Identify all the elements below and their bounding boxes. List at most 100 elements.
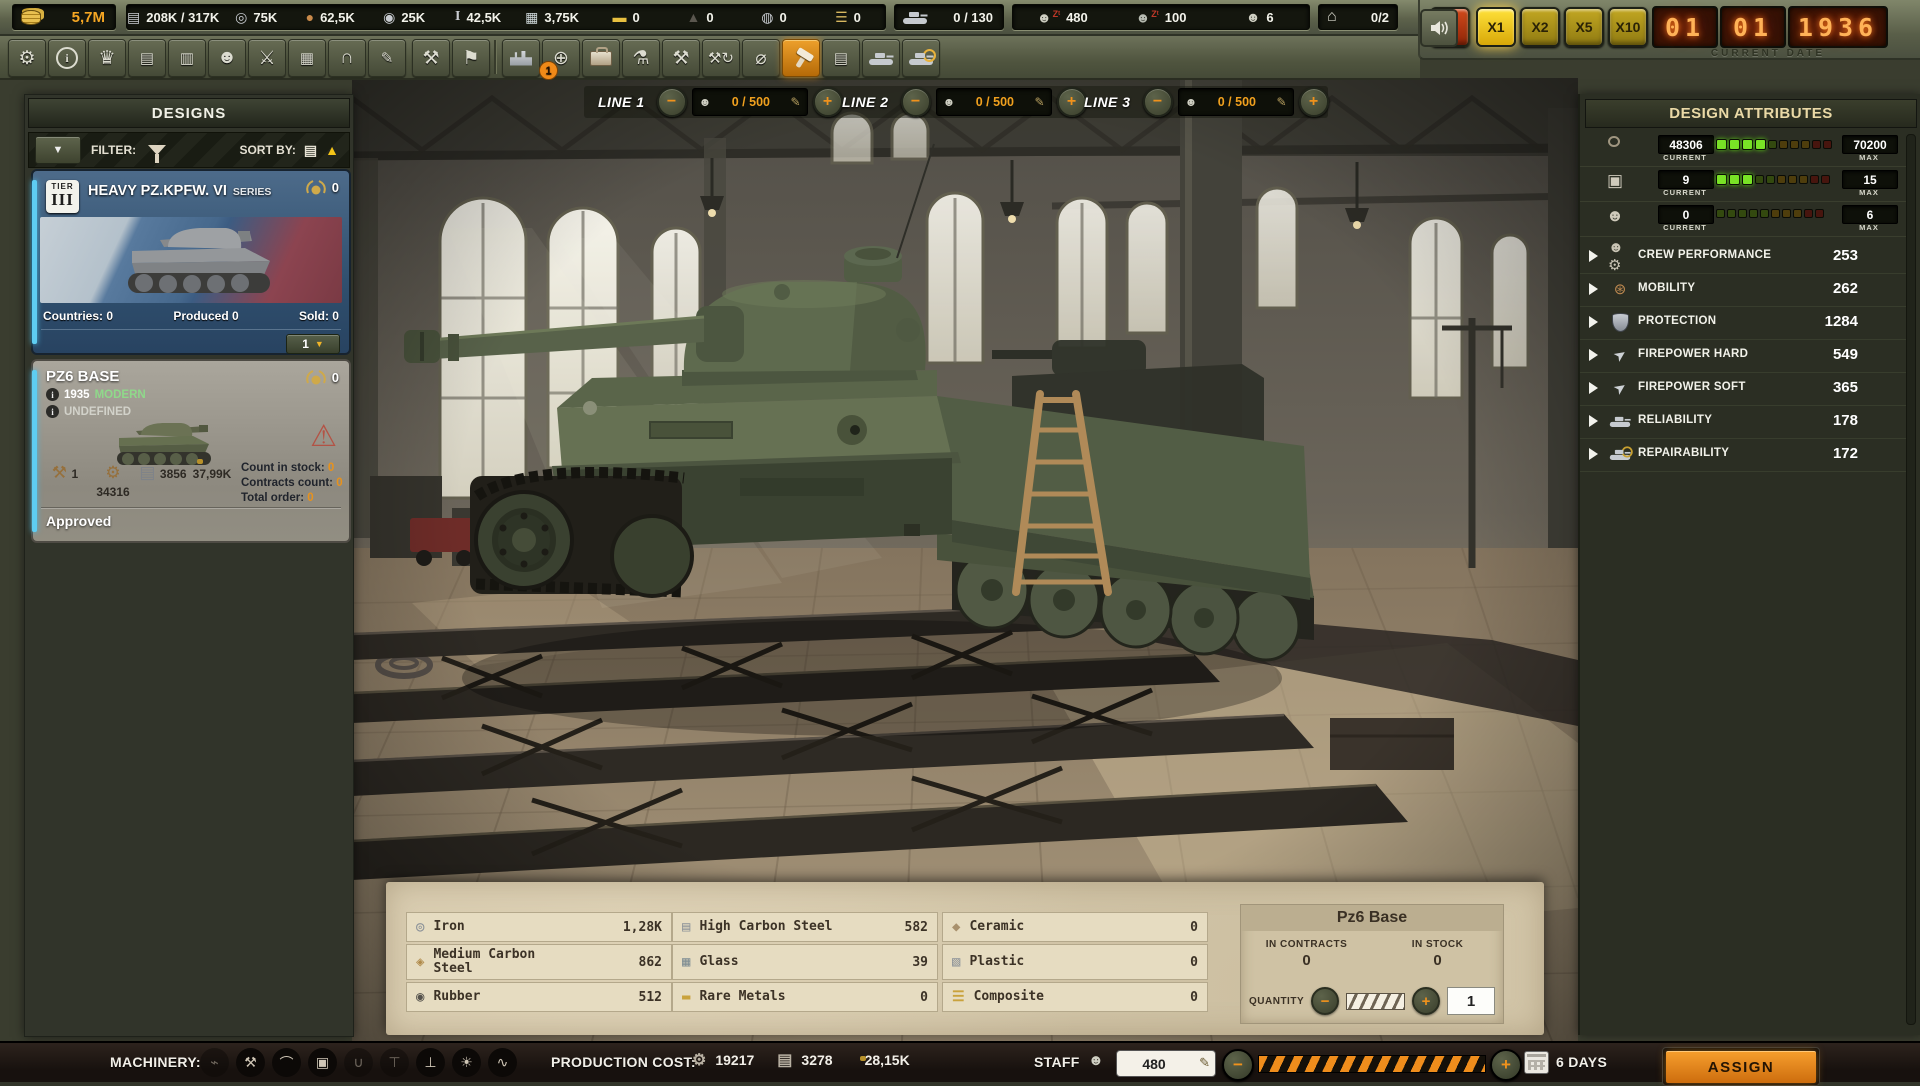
date-year: 1936 <box>1788 6 1888 48</box>
announcements-button[interactable] <box>1420 9 1458 47</box>
info-button[interactable]: i <box>48 39 86 77</box>
machine-roller[interactable]: ⌒ <box>272 1048 301 1077</box>
military-button[interactable]: ⚔ <box>248 39 286 77</box>
attr-mobility[interactable]: ⊛ MOBILITY 262 <box>1580 273 1910 307</box>
speed-x10-button[interactable]: X10 <box>1608 7 1648 47</box>
line-2-decrease-button[interactable]: − <box>901 87 931 117</box>
machine-drill-press[interactable]: ⊥ <box>416 1048 445 1077</box>
engineering-button[interactable]: ⚑ <box>452 39 490 77</box>
city-icon: ▦ <box>300 49 314 67</box>
production-button-active[interactable] <box>782 39 820 77</box>
machine-bolt[interactable]: ⊤ <box>380 1048 409 1077</box>
machine-welding-torch[interactable]: ⌁ <box>200 1048 229 1077</box>
material-row-rubber: ◉ Rubber512 <box>406 982 672 1012</box>
factory-slots: ⌂ 0/2 <box>1318 4 1398 30</box>
workshop-button[interactable]: ⚒ <box>412 39 450 77</box>
refit-button[interactable]: ⚒↻ <box>702 39 740 77</box>
sort-list-icon[interactable]: ▤ <box>304 142 317 159</box>
filter-dropdown-button[interactable]: ▼ <box>35 136 81 164</box>
attr-repairability[interactable]: REPAIRABILITY 172 <box>1580 438 1910 472</box>
tank-designs-button[interactable] <box>862 39 900 77</box>
machine-press-hammer[interactable]: ⚒ <box>236 1048 265 1077</box>
quantity-slider[interactable] <box>1346 993 1405 1010</box>
blueprints-button[interactable]: ✎ <box>368 39 406 77</box>
edit-icon[interactable]: ✎ <box>791 95 801 109</box>
city-button[interactable]: ▦ <box>288 39 326 77</box>
materials-button[interactable]: ▤ <box>822 39 860 77</box>
tank-upgrades-button[interactable] <box>902 39 940 77</box>
expand-arrow-icon[interactable] <box>1589 415 1598 427</box>
attr-protection[interactable]: PROTECTION 1284 <box>1580 306 1910 340</box>
line-label: LINE 3 <box>1084 94 1131 110</box>
stock-info: Count in stock: 0 Contracts count: 0 Tot… <box>241 461 343 506</box>
research-button[interactable]: ⚗ <box>622 39 660 77</box>
laurel-icon <box>304 369 328 386</box>
info-icon[interactable]: i <box>46 405 59 418</box>
edit-icon[interactable]: ✎ <box>1035 95 1045 109</box>
line-staff-value: 0 / 500 <box>716 95 785 109</box>
assign-button[interactable]: ASSIGN <box>1662 1047 1820 1086</box>
warning-icon[interactable]: ⚠ <box>310 419 337 454</box>
money-slot: 5,7M <box>12 4 116 30</box>
quantity-decrease-button[interactable]: − <box>1311 987 1339 1015</box>
speed-x1-button[interactable]: X1 <box>1476 7 1516 47</box>
bunker-button[interactable]: ∩ <box>328 39 366 77</box>
expand-arrow-icon[interactable] <box>1589 382 1598 394</box>
world-map-button[interactable]: ⊕1 <box>542 39 580 77</box>
attr-reliability[interactable]: RELIABILITY 178 <box>1580 405 1910 439</box>
quantity-increase-button[interactable]: + <box>1412 987 1440 1015</box>
variant-dropdown[interactable]: 1▼ <box>286 334 340 354</box>
settings-button[interactable]: ⚙ <box>8 39 46 77</box>
info-icon[interactable]: i <box>46 388 59 401</box>
series-stats: Countries: 0 Produced 0 Sold: 0 <box>43 309 339 323</box>
expand-arrow-icon[interactable] <box>1589 349 1598 361</box>
line-3-increase-button[interactable]: + <box>1299 87 1329 117</box>
machine-ladle[interactable]: ∪ <box>344 1048 373 1077</box>
contracts-button[interactable] <box>582 39 620 77</box>
line-2-increase-button[interactable]: + <box>1057 87 1087 117</box>
led-bar <box>1716 209 1836 218</box>
machine-welding-mask[interactable]: ▣ <box>308 1048 337 1077</box>
staff-increase-button[interactable]: + <box>1490 1049 1522 1081</box>
speaker-icon <box>1429 20 1449 36</box>
material-row-composite: ☰ Composite0 <box>942 982 1208 1012</box>
design-card-pz6-base[interactable]: PZ6 BASE 0 i 1935 MODERN i UNDEFINED <box>31 359 351 543</box>
attr-crew-performance[interactable]: ☻⚙ CREW PERFORMANCE 253 <box>1580 240 1910 274</box>
filter-funnel-icon[interactable] <box>148 145 166 155</box>
factory-button[interactable] <box>502 39 540 77</box>
newspaper-button[interactable]: ▤ <box>128 39 166 77</box>
expand-arrow-icon[interactable] <box>1589 448 1598 460</box>
intelligence-button[interactable]: ☻ <box>208 39 246 77</box>
attr-firepower-soft[interactable]: ➤ FIREPOWER SOFT 365 <box>1580 372 1910 406</box>
machine-pipe-bender[interactable]: ∿ <box>488 1048 517 1077</box>
panel-scrollbar[interactable] <box>1906 134 1916 1025</box>
sort-ascending-icon[interactable]: ▲ <box>325 142 339 158</box>
edit-icon[interactable]: ✎ <box>1199 1055 1210 1071</box>
line-1-decrease-button[interactable]: − <box>657 87 687 117</box>
staff-decrease-button[interactable]: − <box>1222 1049 1254 1081</box>
achievements-button[interactable]: ♛ <box>88 39 126 77</box>
line-3-decrease-button[interactable]: − <box>1143 87 1173 117</box>
attr-firepower-hard[interactable]: ➤ FIREPOWER HARD 549 <box>1580 339 1910 373</box>
speed-x5-button[interactable]: X5 <box>1564 7 1604 47</box>
edit-icon[interactable]: ✎ <box>1277 95 1287 109</box>
line-1-increase-button[interactable]: + <box>813 87 843 117</box>
production-line-3: LINE 3 − ☻ 0 / 500 ✎ + <box>1084 88 1329 116</box>
expand-arrow-icon[interactable] <box>1589 250 1598 262</box>
maintenance-button[interactable]: ⚒ <box>662 39 700 77</box>
measuring-button[interactable]: ⌀ <box>742 39 780 77</box>
staff-slider[interactable] <box>1258 1055 1486 1073</box>
quantity-input[interactable] <box>1447 987 1495 1015</box>
speed-x2-button[interactable]: X2 <box>1520 7 1560 47</box>
expand-arrow-icon[interactable] <box>1589 283 1598 295</box>
tank-count-value: 0 / 130 <box>953 10 1003 25</box>
design-series-card[interactable]: TIER III HEAVY PZ.KPFW. VISERIES 0 <box>31 169 351 355</box>
ingots-icon: ▤ <box>834 49 848 67</box>
reports-button[interactable]: ▥ <box>168 39 206 77</box>
line-2-staff-box: ☻ 0 / 500 ✎ <box>936 88 1052 116</box>
staff-input[interactable] <box>1117 1051 1191 1076</box>
laurel-icon <box>304 179 328 196</box>
bunker-icon: ∩ <box>340 47 354 69</box>
machine-saw-blade[interactable]: ☀ <box>452 1048 481 1077</box>
expand-arrow-icon[interactable] <box>1589 316 1598 328</box>
